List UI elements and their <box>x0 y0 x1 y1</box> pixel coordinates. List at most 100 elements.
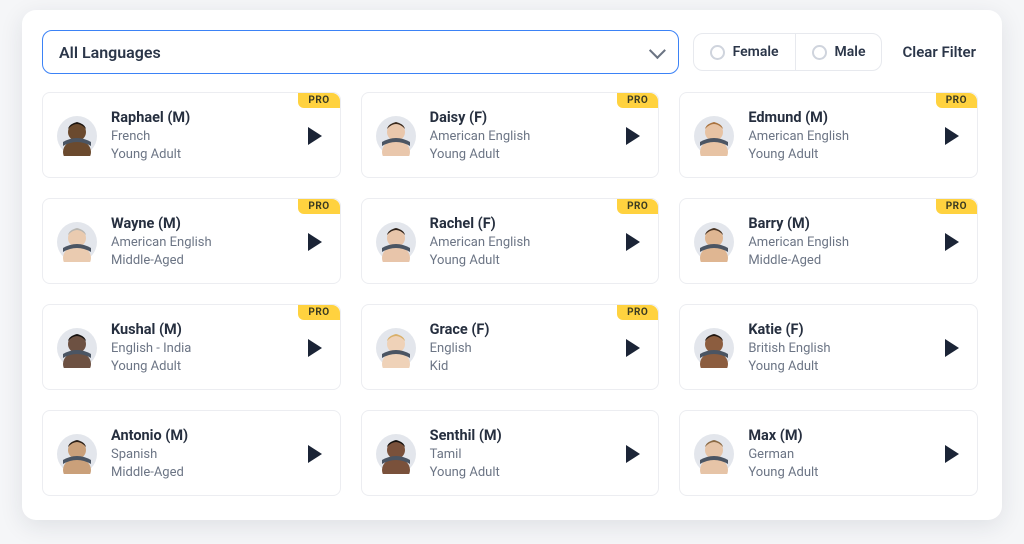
play-icon[interactable] <box>945 339 959 357</box>
play-icon[interactable] <box>626 233 640 251</box>
voice-card[interactable]: Katie (F) British EnglishYoung Adult <box>679 304 978 390</box>
voice-language: Tamil <box>430 446 613 464</box>
gender-male-option[interactable]: Male <box>795 34 882 70</box>
play-icon[interactable] <box>308 233 322 251</box>
voice-meta: Kushal (M)English - IndiaYoung Adult <box>111 321 294 375</box>
language-select-label: All Languages <box>59 43 161 62</box>
voice-age: Kid <box>430 358 613 376</box>
play-icon[interactable] <box>945 127 959 145</box>
voice-name: Barry (M) <box>748 215 931 232</box>
avatar <box>694 328 734 368</box>
radio-icon <box>812 45 827 60</box>
pro-badge: PRO <box>936 199 977 214</box>
voice-name: Max (M) <box>748 427 931 444</box>
voice-card[interactable]: Antonio (M) SpanishMiddle-Aged <box>42 410 341 496</box>
radio-icon <box>710 45 725 60</box>
voice-meta: Daisy (F)American EnglishYoung Adult <box>430 109 613 163</box>
voice-age: Young Adult <box>748 146 931 164</box>
voice-card[interactable]: PRO Rachel (F)American EnglishYoung Adul… <box>361 198 660 284</box>
voice-language: American English <box>430 234 613 252</box>
chevron-down-icon <box>649 42 666 59</box>
voice-language: American English <box>748 234 931 252</box>
pro-badge: PRO <box>936 93 977 108</box>
voice-name: Kushal (M) <box>111 321 294 338</box>
gender-male-label: Male <box>835 44 866 60</box>
play-icon[interactable] <box>626 339 640 357</box>
voice-name: Antonio (M) <box>111 427 294 444</box>
pro-badge: PRO <box>617 93 658 108</box>
voice-language: British English <box>748 340 931 358</box>
voice-grid: PRO Raphael (M)FrenchYoung AdultPRO Dais… <box>42 92 978 496</box>
avatar <box>57 222 97 262</box>
avatar <box>57 434 97 474</box>
voice-meta: Max (M) GermanYoung Adult <box>748 427 931 481</box>
voice-name: Raphael (M) <box>111 109 294 126</box>
voice-card[interactable]: PRO Kushal (M)English - IndiaYoung Adult <box>42 304 341 390</box>
voice-card[interactable]: Senthil (M) TamilYoung Adult <box>361 410 660 496</box>
voice-meta: Rachel (F)American EnglishYoung Adult <box>430 215 613 269</box>
avatar <box>376 434 416 474</box>
voice-card[interactable]: PRO Wayne (M)American EnglishMiddle-Aged <box>42 198 341 284</box>
gender-filter-group: Female Male <box>693 33 883 71</box>
avatar <box>376 222 416 262</box>
avatar <box>57 116 97 156</box>
voice-age: Young Adult <box>748 464 931 482</box>
pro-badge: PRO <box>298 199 339 214</box>
voice-meta: Grace (F)EnglishKid <box>430 321 613 375</box>
voice-age: Young Adult <box>748 358 931 376</box>
play-icon[interactable] <box>626 127 640 145</box>
avatar <box>57 328 97 368</box>
pro-badge: PRO <box>617 199 658 214</box>
voice-language: German <box>748 446 931 464</box>
voice-language: American English <box>430 128 613 146</box>
voice-age: Young Adult <box>111 146 294 164</box>
voice-age: Middle-Aged <box>111 464 294 482</box>
voice-language: French <box>111 128 294 146</box>
voice-name: Wayne (M) <box>111 215 294 232</box>
play-icon[interactable] <box>308 339 322 357</box>
voice-age: Young Adult <box>430 464 613 482</box>
voice-meta: Wayne (M)American EnglishMiddle-Aged <box>111 215 294 269</box>
voice-catalog-panel: All Languages Female Male Clear Filter P… <box>22 10 1002 520</box>
voice-name: Edmund (M) <box>748 109 931 126</box>
voice-language: American English <box>111 234 294 252</box>
voice-meta: Senthil (M) TamilYoung Adult <box>430 427 613 481</box>
voice-card[interactable]: PRO Edmund (M) American EnglishYoung Adul… <box>679 92 978 178</box>
play-icon[interactable] <box>308 445 322 463</box>
language-select[interactable]: All Languages <box>42 30 679 74</box>
gender-female-label: Female <box>733 44 779 60</box>
avatar <box>376 328 416 368</box>
voice-name: Senthil (M) <box>430 427 613 444</box>
voice-age: Middle-Aged <box>748 252 931 270</box>
play-icon[interactable] <box>945 445 959 463</box>
pro-badge: PRO <box>298 93 339 108</box>
voice-meta: Raphael (M) FrenchYoung Adult <box>111 109 294 163</box>
play-icon[interactable] <box>308 127 322 145</box>
voice-name: Grace (F) <box>430 321 613 338</box>
voice-card[interactable]: PRO Barry (M) American EnglishMiddle-Aged <box>679 198 978 284</box>
voice-meta: Edmund (M) American EnglishYoung Adult <box>748 109 931 163</box>
play-icon[interactable] <box>626 445 640 463</box>
gender-female-option[interactable]: Female <box>694 34 795 70</box>
avatar <box>694 434 734 474</box>
voice-meta: Antonio (M) SpanishMiddle-Aged <box>111 427 294 481</box>
voice-card[interactable]: PRO Daisy (F)American EnglishYoung Adult <box>361 92 660 178</box>
voice-card[interactable]: PRO Raphael (M) FrenchYoung Adult <box>42 92 341 178</box>
voice-meta: Barry (M) American EnglishMiddle-Aged <box>748 215 931 269</box>
pro-badge: PRO <box>617 305 658 320</box>
play-icon[interactable] <box>945 233 959 251</box>
voice-meta: Katie (F) British EnglishYoung Adult <box>748 321 931 375</box>
voice-age: Young Adult <box>430 146 613 164</box>
avatar <box>376 116 416 156</box>
voice-name: Katie (F) <box>748 321 931 338</box>
clear-filter-button[interactable]: Clear Filter <box>896 43 982 61</box>
voice-card[interactable]: PRO Grace (F)EnglishKid <box>361 304 660 390</box>
voice-language: English - India <box>111 340 294 358</box>
voice-age: Young Adult <box>430 252 613 270</box>
voice-language: Spanish <box>111 446 294 464</box>
voice-card[interactable]: Max (M) GermanYoung Adult <box>679 410 978 496</box>
voice-grid-scroll[interactable]: PRO Raphael (M)FrenchYoung AdultPRO Dais… <box>42 92 982 520</box>
avatar <box>694 116 734 156</box>
pro-badge: PRO <box>298 305 339 320</box>
voice-language: American English <box>748 128 931 146</box>
